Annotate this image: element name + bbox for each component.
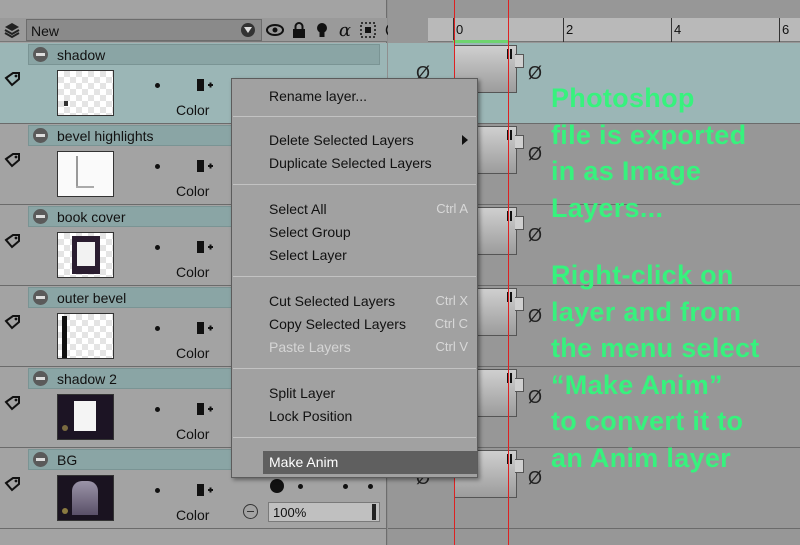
shortcut-paste: Ctrl V (435, 339, 469, 354)
collapse-icon[interactable] (33, 209, 48, 224)
shortcut-select-all: Ctrl A (436, 201, 468, 216)
selection-icon[interactable] (359, 21, 377, 39)
menu-divider (233, 437, 476, 438)
chevron-down-icon[interactable] (241, 23, 255, 37)
layer-name: BG (57, 452, 78, 468)
mask-add-icon[interactable] (196, 78, 214, 92)
mask-add-icon[interactable] (196, 159, 214, 173)
menu-item-select-all[interactable]: Select All (269, 201, 327, 217)
shortcut-cut: Ctrl X (435, 293, 469, 308)
visibility-dot[interactable] (155, 488, 160, 493)
empty-frame-icon: Ø (528, 63, 543, 83)
mask-add-icon[interactable] (196, 483, 214, 497)
layer-thumbnail[interactable] (57, 70, 114, 116)
blend-mode[interactable]: Color (176, 102, 209, 118)
visibility-dot[interactable] (155, 407, 160, 412)
opacity-decrease-icon[interactable] (243, 504, 258, 519)
submenu-arrow-icon (462, 135, 468, 145)
layer-name: shadow 2 (57, 371, 117, 387)
alpha-icon[interactable]: α (336, 20, 354, 41)
blend-mode[interactable]: Color (176, 183, 209, 199)
blend-mode[interactable]: Color (176, 345, 209, 361)
menu-item-rename-layer[interactable]: Rename layer... (269, 88, 367, 104)
collapse-icon[interactable] (33, 290, 48, 305)
empty-frame-icon: Ø (528, 387, 543, 407)
visibility-dot[interactable] (155, 326, 160, 331)
tag-icon[interactable] (4, 233, 22, 249)
tag-icon[interactable] (4, 152, 22, 168)
tag-icon[interactable] (4, 476, 22, 492)
collapse-icon[interactable] (33, 128, 48, 143)
visibility-dot[interactable] (155, 83, 160, 88)
tag-icon[interactable] (4, 314, 22, 330)
mask-add-icon[interactable] (196, 240, 214, 254)
menu-divider (233, 116, 476, 117)
layer-name: book cover (57, 209, 126, 225)
empty-frame-icon: Ø (528, 306, 543, 326)
annotation-instructions: Right-click on layer and from the menu s… (551, 260, 760, 473)
mask-add-icon[interactable] (196, 402, 214, 416)
layer-thumbnail[interactable] (57, 475, 114, 521)
layer-thumbnail[interactable] (57, 232, 114, 278)
collapse-icon[interactable] (33, 452, 48, 467)
empty-frame-icon: Ø (528, 468, 543, 488)
menu-divider (233, 184, 476, 185)
empty-frame-icon: Ø (528, 225, 543, 245)
visibility-toggle[interactable] (270, 479, 284, 493)
layer-thumbnail[interactable] (57, 313, 114, 359)
new-layer-label: New (31, 23, 60, 39)
layer-name-field[interactable]: shadow (28, 44, 380, 65)
annotation-text: Photoshop file is exported in as Image L… (551, 83, 747, 223)
empty-frame-icon: Ø (528, 144, 543, 164)
playhead-end-line[interactable] (508, 0, 509, 545)
menu-item-label: Make Anim (269, 454, 339, 470)
menu-divider (233, 276, 476, 277)
new-layer-dropdown[interactable]: New (26, 19, 262, 41)
opacity-field[interactable]: 100% (268, 502, 380, 522)
collapse-icon[interactable] (33, 47, 48, 62)
menu-item-cut-selected-layers[interactable]: Cut Selected Layers (269, 293, 395, 309)
layer-thumbnail[interactable] (57, 394, 114, 440)
menu-item-duplicate-selected-layers[interactable]: Duplicate Selected Layers (269, 155, 432, 171)
eye-icon[interactable] (266, 21, 284, 39)
layers-header: New α (0, 18, 401, 42)
blend-mode[interactable]: Color (176, 426, 209, 442)
selection-dot[interactable] (368, 484, 373, 489)
shortcut-copy: Ctrl C (434, 316, 468, 331)
timeline-ruler[interactable]: 0 2 4 6 (428, 18, 800, 42)
visibility-dot[interactable] (155, 164, 160, 169)
play-range-bar[interactable] (453, 40, 508, 43)
alpha-dot[interactable] (343, 484, 348, 489)
lock-icon[interactable] (290, 21, 308, 39)
ruler-label: 4 (674, 22, 682, 37)
menu-item-copy-selected-layers[interactable]: Copy Selected Layers (269, 316, 406, 332)
layer-name: shadow (57, 47, 106, 63)
lightbulb-icon[interactable] (313, 21, 331, 39)
layer-name: outer bevel (57, 290, 127, 306)
ruler-label: 0 (456, 22, 464, 37)
menu-divider (233, 368, 476, 369)
layer-stack-icon[interactable] (3, 21, 21, 39)
menu-item-select-layer[interactable]: Select Layer (269, 247, 347, 263)
menu-item-paste-layers: Paste Layers (269, 339, 351, 355)
lock-dot[interactable] (298, 484, 303, 489)
layer-thumbnail[interactable] (57, 151, 114, 197)
blend-mode[interactable]: Color (176, 264, 209, 280)
tag-icon[interactable] (4, 71, 22, 87)
menu-item-split-layer[interactable]: Split Layer (269, 385, 335, 401)
opacity-value: 100% (273, 505, 307, 520)
context-menu: Rename layer... Delete Selected Layers D… (231, 78, 478, 478)
ruler-label: 2 (566, 22, 574, 37)
blend-mode[interactable]: Color (176, 507, 209, 523)
menu-item-delete-selected-layers[interactable]: Delete Selected Layers (269, 132, 414, 148)
ruler-label: 6 (782, 22, 790, 37)
menu-item-lock-position[interactable]: Lock Position (269, 408, 352, 424)
layer-name: bevel highlights (57, 128, 154, 144)
tag-icon[interactable] (4, 395, 22, 411)
mask-add-icon[interactable] (196, 321, 214, 335)
collapse-icon[interactable] (33, 371, 48, 386)
visibility-dot[interactable] (155, 245, 160, 250)
menu-item-select-group[interactable]: Select Group (269, 224, 351, 240)
menu-item-make-anim[interactable]: Make Anim (263, 451, 477, 474)
